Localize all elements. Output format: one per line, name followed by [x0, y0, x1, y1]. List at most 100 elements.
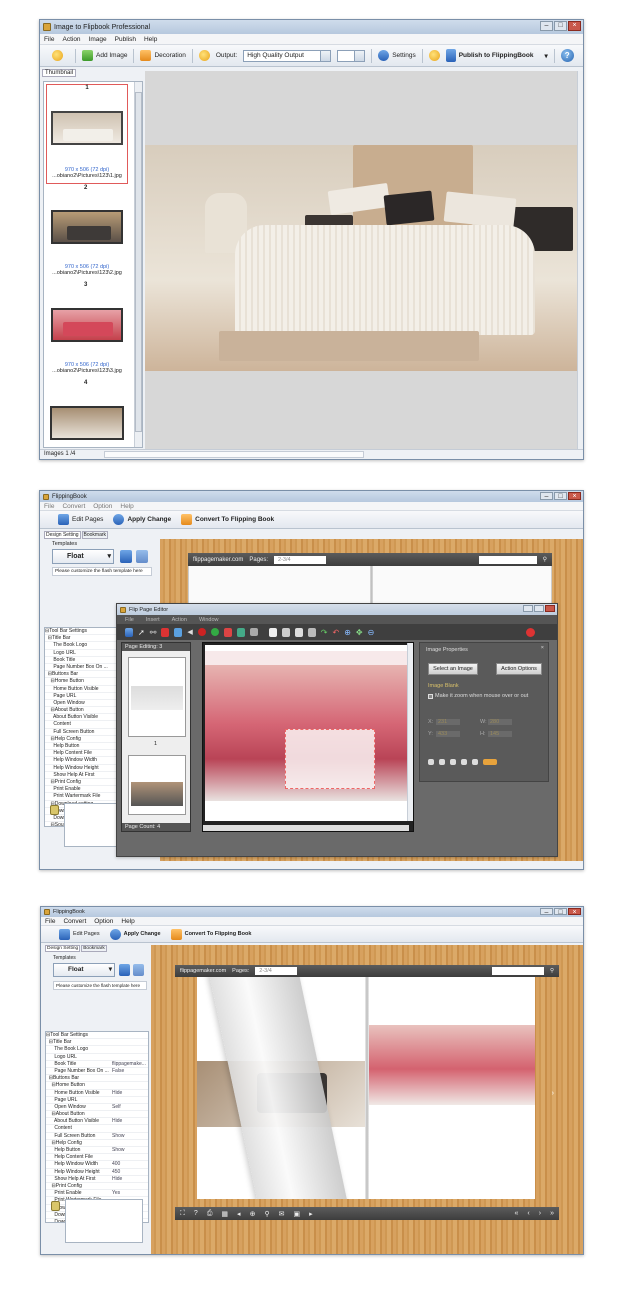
editor-menu-insert[interactable]: Insert [146, 617, 160, 623]
editor-menu-window[interactable]: Window [199, 617, 219, 623]
menu-file[interactable]: File [44, 503, 54, 510]
editor-menu-action[interactable]: Action [172, 617, 187, 623]
decoration-button[interactable]: Decoration [140, 50, 186, 61]
thumb-4[interactable] [50, 406, 124, 440]
property-row[interactable]: ⊟Print Config [46, 1183, 148, 1191]
maximize-button[interactable]: □ [554, 492, 567, 500]
email-icon[interactable]: ✉ [279, 1210, 285, 1218]
property-row[interactable]: Logo URL [46, 1054, 148, 1061]
menu-convert[interactable]: Convert [63, 918, 86, 925]
delete-icon[interactable] [307, 627, 316, 637]
tab-bookmark[interactable]: Bookmark [81, 531, 109, 539]
text-icon[interactable] [210, 628, 219, 636]
next-page-icon[interactable]: › [539, 1210, 541, 1217]
apply-change-button[interactable]: Apply Change [113, 514, 171, 525]
video-icon[interactable] [161, 627, 170, 637]
search-icon[interactable]: ⚲ [550, 968, 554, 974]
minimize-button[interactable]: – [540, 492, 553, 500]
property-row[interactable]: ⊟Home Button [46, 1082, 148, 1090]
menu-option[interactable]: Option [94, 918, 113, 925]
search-input[interactable] [491, 967, 544, 975]
image-icon[interactable] [174, 627, 183, 637]
fit-icon[interactable]: ✥ [356, 628, 363, 637]
menu-help[interactable]: Help [121, 918, 134, 925]
y-field[interactable]: 433 [436, 731, 460, 737]
menu-publish[interactable]: Publish [115, 36, 136, 43]
editor-close-button[interactable] [545, 605, 555, 612]
property-row[interactable]: ⊟About Button [46, 1111, 148, 1119]
minimize-button[interactable]: – [540, 908, 553, 916]
pointer-icon[interactable]: ➚ [138, 628, 145, 637]
selected-image-frame[interactable] [285, 729, 375, 789]
save-icon[interactable] [125, 627, 133, 637]
menu-help[interactable]: Help [144, 36, 157, 43]
copy-icon[interactable] [268, 627, 277, 637]
edit-pages-button[interactable]: Edit Pages [59, 928, 100, 940]
tab-design-setting[interactable]: Design Setting [44, 531, 81, 539]
search-input[interactable] [478, 555, 537, 564]
zoom-out-icon[interactable]: ⚲ [264, 1210, 269, 1218]
panel-close-icon[interactable]: × [541, 645, 544, 651]
property-value[interactable]: False [112, 1068, 124, 1075]
property-row[interactable]: Help Window Height 450 [46, 1169, 148, 1176]
youtube-icon[interactable] [236, 627, 245, 637]
save-icon[interactable] [120, 550, 132, 563]
first-page-icon[interactable]: « [515, 1210, 519, 1217]
property-row[interactable]: Full Screen Button Show [46, 1133, 148, 1140]
menu-file[interactable]: File [45, 918, 55, 925]
editor-menu-file[interactable]: File [125, 617, 134, 623]
zoom-in-icon[interactable]: ⊕ [250, 1210, 256, 1218]
align-top-icon[interactable] [461, 759, 467, 765]
menu-action[interactable]: Action [62, 36, 80, 43]
align-icon[interactable] [294, 627, 303, 637]
convert-button[interactable]: Convert To Flipping Book [170, 928, 251, 940]
close-button[interactable]: × [568, 908, 581, 916]
publish-button[interactable]: Publish to FlippingBook ▾ [445, 49, 548, 62]
zoom-checkbox[interactable]: Make it zoom when mouse over or out [428, 693, 528, 699]
menu-image[interactable]: Image [89, 36, 107, 43]
pdf-icon[interactable] [223, 627, 232, 637]
minimize-button[interactable]: – [540, 21, 553, 31]
property-value[interactable]: Hide [112, 1176, 122, 1183]
pages-input[interactable]: 2-3/4 [255, 967, 298, 975]
property-value[interactable]: Hide [112, 1118, 122, 1125]
export-icon[interactable] [133, 964, 144, 976]
tab-design-setting[interactable]: Design Setting [45, 945, 81, 952]
property-row[interactable]: ⊟Title Bar [46, 1039, 148, 1047]
thumb-1[interactable]: 1 970 x 506 (72 dpi) ...obiano2\Pictures… [46, 84, 128, 184]
property-row[interactable]: Page Number Box On ... False [46, 1068, 148, 1076]
thumb-2[interactable]: 970 x 506 (72 dpi) ...obiano2\Pictures\1… [46, 192, 128, 292]
editor-exit-icon[interactable] [526, 627, 535, 637]
property-value[interactable]: flippagemake... [112, 1061, 146, 1068]
property-row[interactable]: Help Button Show [46, 1147, 148, 1155]
link-icon[interactable]: ⚯ [150, 628, 157, 637]
editor-canvas[interactable] [202, 642, 414, 832]
property-row[interactable]: Print Enable Yes [46, 1190, 148, 1198]
page-thumb-2[interactable] [128, 755, 186, 815]
zoom-in-icon[interactable]: ⊕ [344, 628, 351, 637]
action-options-button[interactable]: Action Options [496, 663, 542, 675]
property-row[interactable]: Home Button Visible Hide [46, 1090, 148, 1097]
property-row[interactable]: About Button Visible Hide [46, 1118, 148, 1126]
maximize-button[interactable]: □ [554, 21, 567, 31]
property-row[interactable]: Help Window Width 400 [46, 1161, 148, 1169]
property-row[interactable]: Help Content File [46, 1154, 148, 1162]
next-page-arrow[interactable]: › [552, 1090, 554, 1097]
property-row[interactable]: Book Title flippagemake... [46, 1061, 148, 1068]
align-left-icon[interactable] [428, 759, 434, 765]
property-value[interactable]: 450 [112, 1169, 120, 1176]
property-value[interactable]: Show [112, 1147, 125, 1154]
close-button[interactable]: × [568, 21, 581, 31]
preview-scrollbar[interactable] [577, 71, 583, 449]
thumbnails-icon[interactable]: ▦ [221, 1210, 228, 1218]
flash-icon[interactable] [197, 628, 206, 636]
print-icon[interactable] [249, 628, 258, 636]
property-row[interactable]: Content [46, 1125, 148, 1133]
output-select[interactable]: High Quality Output [243, 49, 332, 62]
add-image-button[interactable]: Add Image [82, 50, 127, 61]
chevron-down-icon[interactable]: ▾ [544, 52, 547, 60]
property-row[interactable]: Show Help At First Hide [46, 1176, 148, 1183]
property-row[interactable]: The Book Logo [46, 1046, 148, 1054]
align-center-icon[interactable] [439, 759, 445, 765]
h-field[interactable]: 145 [488, 731, 512, 737]
